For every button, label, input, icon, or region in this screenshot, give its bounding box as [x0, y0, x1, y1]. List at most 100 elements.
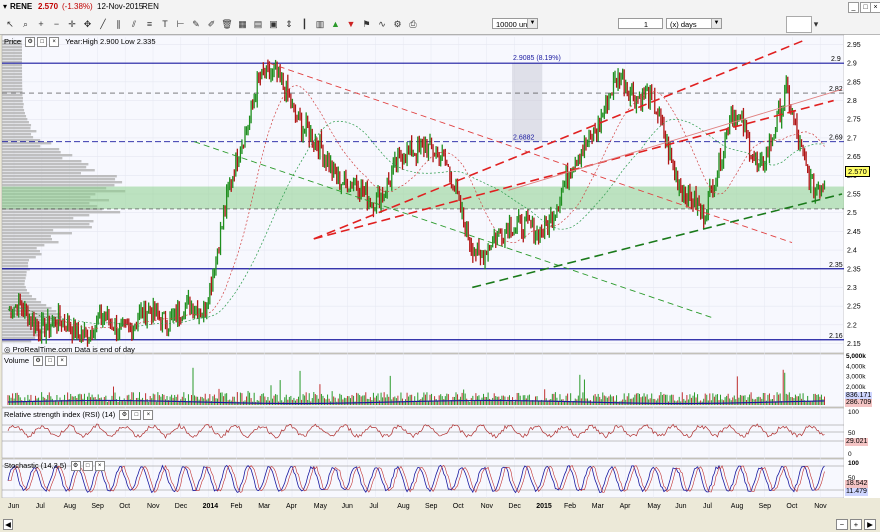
square-icon[interactable]: □: [131, 410, 142, 421]
volume-profile-bar: [2, 259, 30, 262]
volume-profile-bar: [2, 292, 30, 295]
wrench-icon[interactable]: ⚙: [70, 461, 81, 472]
x-tick-label: Nov: [814, 503, 827, 510]
volume-profile-bar: [2, 256, 36, 259]
volume-label: Volume: [4, 356, 30, 365]
square-icon[interactable]: □: [45, 356, 56, 367]
rsi-tick-label: 100: [848, 409, 859, 416]
volume-profile-bar: [2, 169, 95, 172]
volume-profile-bar: [2, 58, 23, 61]
y-tick-label: 2.95: [847, 42, 861, 49]
x-tick-label: May: [647, 503, 661, 510]
volume-profile-bar: [2, 328, 51, 331]
wrench-icon[interactable]: ⚙: [119, 410, 130, 421]
volume-profile-bar: [2, 103, 24, 106]
volume-profile-bar: [2, 178, 116, 181]
volume-profile-bar: [2, 262, 29, 265]
zoom-in-button[interactable]: +: [850, 519, 862, 530]
support-zone: [2, 186, 844, 209]
volume-profile-bar: [2, 97, 24, 100]
x-tick-label: Aug: [64, 503, 77, 510]
square-icon[interactable]: □: [37, 37, 48, 48]
y-tick-label: 2.5: [847, 210, 857, 217]
volume-tick-label: 3,000k: [846, 374, 866, 381]
y-tick-label: 2.3: [847, 285, 857, 292]
volume-profile-bar: [2, 109, 25, 112]
x-tick-label: Sep: [759, 503, 772, 510]
level-label: 2.16: [829, 333, 843, 340]
close-icon[interactable]: ×: [49, 37, 60, 48]
volume-profile-bar: [2, 55, 23, 58]
rsi-value: 29.021: [845, 438, 869, 446]
volume-profile-bar: [2, 184, 115, 187]
volume-profile-bar: [2, 229, 54, 232]
volume-profile-bar: [2, 232, 72, 235]
volume-profile-bar: [2, 79, 23, 82]
volume-profile-bar: [2, 304, 47, 307]
x-tick-label: Dec: [508, 503, 521, 510]
footer-text: ProRealTime.com Data is end of day: [12, 345, 135, 354]
scroll-left-icon[interactable]: ◀: [3, 519, 13, 530]
close-icon[interactable]: ×: [57, 356, 68, 367]
volume-profile-bar: [2, 142, 52, 145]
x-tick-label: Nov: [481, 503, 494, 510]
volume-profile-bar: [2, 220, 94, 223]
volume-profile-bar: [2, 217, 74, 220]
volume-tick-label: 2,000k: [846, 384, 866, 391]
volume-profile-bar: [2, 118, 28, 121]
stoch-value-1: 18.542: [845, 480, 869, 488]
volume-profile-bar: [2, 52, 23, 55]
volume-profile-bar: [2, 73, 23, 76]
volume-profile-bar: [2, 148, 60, 151]
close-icon[interactable]: ×: [94, 461, 105, 472]
prorealtime-icon: ◎: [4, 345, 11, 354]
x-tick-label: Jun: [342, 503, 353, 510]
volume-profile-bar: [2, 94, 23, 97]
volume-profile-bar: [2, 271, 27, 274]
x-tick-label: Mar: [592, 503, 605, 510]
x-tick-label: Aug: [397, 503, 410, 510]
square-icon[interactable]: □: [82, 461, 93, 472]
wrench-icon[interactable]: ⚙: [25, 37, 36, 48]
close-icon[interactable]: ×: [143, 410, 154, 421]
volume-profile-bar: [2, 115, 27, 118]
volume-profile-bar: [2, 181, 123, 184]
stochastic-label: Stochastic (14,3,5): [4, 461, 67, 470]
y-tick-label: 2.35: [847, 266, 861, 273]
stoch-tick-label: 100: [848, 460, 859, 467]
rsi-panel-title: Relative strength index (RSI) (14) ⚙ □ ×: [4, 409, 154, 421]
data-footer: ◎ ProRealTime.com Data is end of day: [4, 344, 135, 355]
volume-profile-bar: [2, 151, 61, 154]
y-tick-label: 2.45: [847, 229, 861, 236]
volume-profile-bar: [2, 172, 81, 175]
volume-profile-bar: [2, 100, 23, 103]
scroll-right-icon[interactable]: ▶: [864, 519, 876, 530]
volume-profile-bar: [2, 250, 40, 253]
x-tick-label: Feb: [230, 503, 242, 510]
volume-profile-bar: [2, 283, 25, 286]
volume-profile-bar: [2, 274, 27, 277]
volume-profile-bar: [2, 133, 32, 136]
volume-profile-bar: [2, 136, 34, 139]
chart-canvas[interactable]: 2.9085 (8.19%) 2.92.822.6882 2.692.352.16 …: [0, 0, 880, 532]
x-tick-label: Oct: [119, 503, 130, 510]
volume-profile-bar: [2, 64, 23, 67]
y-tick-label: 2.4: [847, 248, 857, 255]
fib-label: 2.9085 (8.19%): [513, 55, 561, 62]
volume-profile-bar: [2, 295, 32, 298]
y-tick-label: 2.15: [847, 341, 861, 348]
volume-profile-bar: [2, 235, 51, 238]
y-tick-label: 2.85: [847, 79, 861, 86]
volume-profile-bar: [2, 214, 90, 217]
wrench-icon[interactable]: ⚙: [33, 356, 44, 367]
x-tick-label: Aug: [731, 503, 744, 510]
zoom-out-button[interactable]: −: [836, 519, 848, 530]
volume-profile-bar: [2, 76, 23, 79]
volume-profile-bar: [2, 280, 25, 283]
volume-tick-label: 4,000k: [846, 363, 866, 370]
volume-profile-bar: [2, 85, 23, 88]
volume-profile-bar: [2, 88, 23, 91]
level-label: 2.9: [831, 56, 841, 63]
x-tick-label: Jun: [8, 503, 19, 510]
x-tick-label: 2015: [536, 503, 552, 510]
